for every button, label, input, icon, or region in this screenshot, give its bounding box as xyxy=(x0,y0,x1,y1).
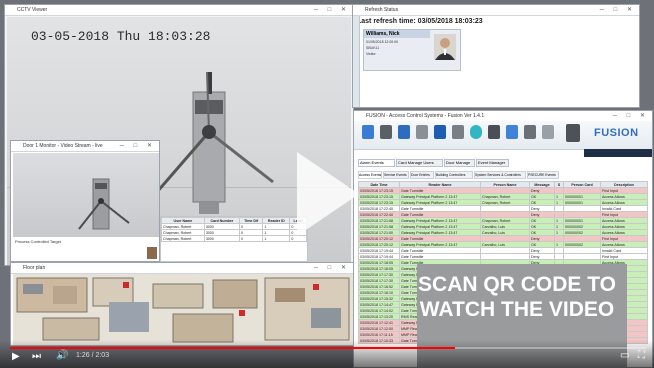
refresh-window-title: Refresh Status xyxy=(365,7,399,13)
subtab-service-events[interactable]: Service Events xyxy=(383,171,409,179)
cctv-window-title: CCTV Viewer xyxy=(17,7,48,13)
ribbon-icon[interactable] xyxy=(506,125,518,139)
tab-door-manage[interactable]: Door Manage xyxy=(444,159,475,167)
card-name: Williams, Nick xyxy=(364,30,430,38)
left-strip xyxy=(353,16,360,107)
floorplan-window-title: Floor plan xyxy=(23,265,46,271)
ribbon-icon[interactable] xyxy=(524,125,536,139)
fullscreen-icon[interactable]: ⛶ xyxy=(638,350,645,361)
turnstile-small-image xyxy=(78,178,130,230)
card-line: SBUK11 xyxy=(366,46,380,50)
ribbon-icon[interactable] xyxy=(380,125,392,139)
window-controls[interactable]: ─ □ ✕ xyxy=(600,5,636,15)
cctv-timestamp: 03-05-2018 Thu 18:03:28 xyxy=(31,29,211,44)
ribbon-icon[interactable] xyxy=(362,125,374,139)
volume-icon[interactable]: 🔊 xyxy=(56,350,68,361)
theater-icon[interactable]: ▭ xyxy=(620,350,629,361)
user-table-panel[interactable]: User Name Card Number Time Dif Reader ID… xyxy=(160,216,308,262)
avatar xyxy=(434,34,456,60)
subtab-access-events[interactable]: Access Events xyxy=(358,171,382,179)
ribbon-icon[interactable] xyxy=(452,125,464,139)
tab-card-manage-users[interactable]: Card Manage Users xyxy=(396,159,443,167)
user-info: User: admin@fusion.ac xyxy=(590,158,632,163)
ribbon-icon[interactable] xyxy=(416,125,428,139)
card-line: Visitor xyxy=(366,52,376,56)
ribbon-icon[interactable] xyxy=(398,125,410,139)
ribbon-icon[interactable] xyxy=(488,125,500,139)
floorplan-window-titlebar[interactable]: Floor plan ─ □ ✕ xyxy=(11,263,353,274)
last-refresh-label: Last refresh time: 03/05/2018 18:03:23 xyxy=(357,18,483,25)
calculator-icon[interactable] xyxy=(566,124,580,142)
floorplan-window[interactable]: Floor plan ─ □ ✕ xyxy=(10,262,354,346)
user-thumbnail xyxy=(147,247,157,259)
window-controls[interactable]: ─ □ ✕ xyxy=(120,141,156,151)
fusion-window-title: FUSION - Access Control Systems - Fusion… xyxy=(366,113,485,119)
play-button-icon[interactable]: ▶ xyxy=(12,351,20,362)
subtab-door-entries[interactable]: Door Entries xyxy=(410,171,434,179)
door-camera-view xyxy=(13,153,159,237)
table-cell: 0 xyxy=(289,235,307,242)
window-controls[interactable]: ─ □ ✕ xyxy=(314,263,350,273)
ribbon-icon[interactable] xyxy=(434,125,446,139)
user-table: User Name Card Number Time Dif Reader ID… xyxy=(161,217,307,242)
window-controls[interactable]: ─ □ ✕ xyxy=(314,5,350,15)
subtab-building-controllers[interactable]: Building Controllers xyxy=(435,171,473,179)
table-row[interactable]: Chapman, Robert 3000 0 1 0 xyxy=(161,235,307,242)
ribbon-toolbar: FUSION xyxy=(354,121,652,150)
progress-fill xyxy=(10,347,456,349)
play-icon[interactable] xyxy=(297,152,359,236)
refresh-window[interactable]: Refresh Status ─ □ ✕ Last refresh time: … xyxy=(352,4,640,108)
card-panel: Williams, Nick 01/05/2018 12:00:00 SBUK1… xyxy=(363,29,461,71)
tab-alarm-events[interactable]: Alarm Events xyxy=(358,159,395,167)
door-window[interactable]: Door 1 Monitor - Video Stream - live ─ □… xyxy=(10,140,160,262)
subtab-system-services[interactable]: System Services & Controllers xyxy=(474,171,526,179)
door-caption: Process Controlled Target xyxy=(15,239,61,244)
door-window-titlebar[interactable]: Door 1 Monitor - Video Stream - live ─ □… xyxy=(11,141,159,152)
qr-text: SCAN QR CODE TO WATCH THE VIDEO xyxy=(418,273,616,321)
table-cell: 1 xyxy=(262,235,291,242)
ribbon-icon[interactable] xyxy=(470,125,482,139)
floor-plan-map[interactable] xyxy=(13,274,353,346)
door-window-title: Door 1 Monitor - Video Stream - live xyxy=(23,143,103,149)
table-cell: 3000 xyxy=(203,235,240,242)
next-icon[interactable]: ⏭ xyxy=(32,351,41,362)
tab-event-manager[interactable]: Event Manager xyxy=(476,159,509,167)
time-display: 1:26 / 2:03 xyxy=(76,352,110,359)
table-cell: Chapman, Robert xyxy=(161,235,205,242)
refresh-window-titlebar[interactable]: Refresh Status ─ □ ✕ xyxy=(353,5,639,16)
subtab-psecure-events[interactable]: PSECURE Events xyxy=(527,171,559,179)
turnstile-image xyxy=(155,71,274,214)
user-info-bar: User: admin@fusion.ac xyxy=(584,149,652,163)
progress-bar[interactable] xyxy=(10,347,646,349)
window-controls[interactable]: ─ □ ✕ xyxy=(613,111,649,121)
fusion-logo: FUSION xyxy=(594,127,639,139)
ribbon-icon[interactable] xyxy=(542,125,554,139)
card-line: 01/05/2018 12:00:00 xyxy=(366,40,399,44)
cctv-window-titlebar[interactable]: CCTV Viewer ─ □ ✕ xyxy=(5,5,353,16)
table-cell: 0 xyxy=(238,235,264,242)
